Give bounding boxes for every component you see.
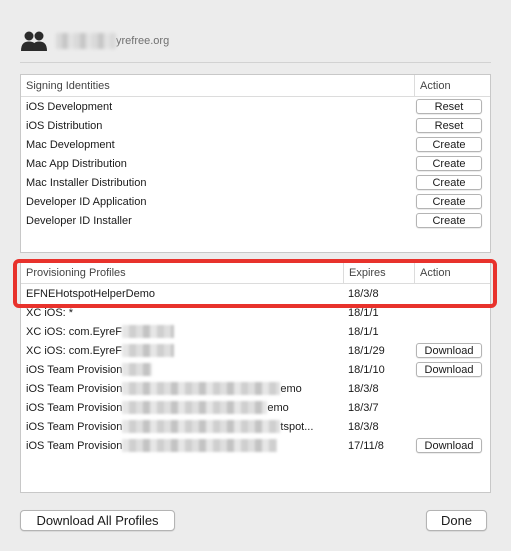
create-button[interactable]: Create xyxy=(416,137,482,152)
profile-name-suffix: emo xyxy=(267,401,289,414)
redacted-text xyxy=(122,363,153,376)
highlight-annotation xyxy=(13,259,497,308)
profile-name: iOS Team Provision xyxy=(26,401,123,414)
profile-name-cell: XC iOS: com.EyreF xyxy=(21,322,343,341)
signing-identity-row[interactable]: iOS Development Reset xyxy=(21,97,490,116)
signing-identity-row[interactable]: Mac App Distribution Create xyxy=(21,154,490,173)
account-name-redacted xyxy=(56,33,116,49)
download-button[interactable]: Download xyxy=(416,362,482,377)
users-icon xyxy=(20,30,50,52)
signing-identity-row[interactable]: iOS Distribution Reset xyxy=(21,116,490,135)
provisioning-profile-row[interactable]: iOS Team Provision tspot... 18/3/8 xyxy=(21,417,490,436)
profile-name: iOS Team Provision xyxy=(26,439,123,452)
signing-identity-action-cell: Reset xyxy=(414,97,490,116)
profile-action-cell xyxy=(414,379,490,398)
signing-identity-action-cell: Create xyxy=(414,154,490,173)
profile-name: iOS Team Provision xyxy=(26,420,123,433)
signing-identity-name: Mac Development xyxy=(26,138,115,151)
download-button[interactable]: Download xyxy=(416,438,482,453)
profile-expires: 18/1/1 xyxy=(348,325,379,338)
signing-identity-name: Mac App Distribution xyxy=(26,157,127,170)
profile-action-cell xyxy=(414,417,490,436)
provisioning-profile-row[interactable]: iOS Team Provision 18/1/10 Download xyxy=(21,360,490,379)
column-header-signing-identities[interactable]: Signing Identities xyxy=(21,75,414,96)
profile-name-cell: iOS Team Provision xyxy=(21,436,343,455)
provisioning-profile-row[interactable]: XC iOS: com.EyreF 18/1/1 xyxy=(21,322,490,341)
signing-identity-row[interactable]: Developer ID Application Create xyxy=(21,192,490,211)
done-button[interactable]: Done xyxy=(426,510,487,531)
profile-name: XC iOS: com.EyreF xyxy=(26,325,122,338)
download-button[interactable]: Download xyxy=(416,343,482,358)
signing-identity-action-cell: Reset xyxy=(414,116,490,135)
profile-expires: 18/1/10 xyxy=(348,363,385,376)
signing-identities-rows: iOS Development Reset iOS Distribution Rese… xyxy=(21,97,490,230)
create-button[interactable]: Create xyxy=(416,213,482,228)
reset-button[interactable]: Reset xyxy=(416,99,482,114)
profile-name-cell: iOS Team Provision emo xyxy=(21,379,343,398)
profile-name-cell: XC iOS: com.EyreF xyxy=(21,341,343,360)
profile-expires: 18/3/8 xyxy=(348,420,379,433)
account-email: yrefree.org xyxy=(116,35,170,47)
provisioning-profile-row[interactable]: iOS Team Provision emo 18/3/8 xyxy=(21,379,490,398)
profile-name: iOS Team Provision xyxy=(26,363,123,376)
redacted-text xyxy=(122,382,281,395)
create-button[interactable]: Create xyxy=(416,194,482,209)
redacted-text xyxy=(121,325,174,338)
redacted-text xyxy=(122,439,278,452)
redacted-text xyxy=(122,401,268,414)
provisioning-profile-row[interactable]: XC iOS: com.EyreF 18/1/29 Download xyxy=(21,341,490,360)
signing-identities-table: Signing Identities Action iOS Developmen… xyxy=(20,74,491,253)
profile-action-cell xyxy=(414,322,490,341)
provisioning-profiles-rows: EFNEHotspotHelperDemo 18/3/8 XC iOS: * 18/1… xyxy=(21,284,490,455)
profile-name: XC iOS: * xyxy=(26,306,74,319)
provisioning-profile-row[interactable]: iOS Team Provision emo 18/3/7 xyxy=(21,398,490,417)
signing-identity-action-cell: Create xyxy=(414,192,490,211)
profile-name-suffix: emo xyxy=(280,382,302,395)
provisioning-profile-row[interactable]: iOS Team Provision 17/11/8 Download xyxy=(21,436,490,455)
redacted-text xyxy=(121,344,174,357)
signing-identity-row[interactable]: Mac Development Create xyxy=(21,135,490,154)
signing-identity-name: Mac Installer Distribution xyxy=(26,176,147,189)
profile-name: XC iOS: com.EyreF xyxy=(26,344,122,357)
profile-name-cell: iOS Team Provision tspot... xyxy=(21,417,343,436)
profile-name-suffix: tspot... xyxy=(280,420,314,433)
profile-action-cell: Download xyxy=(414,360,490,379)
signing-identity-row[interactable]: Developer ID Installer Create xyxy=(21,211,490,230)
profile-name: iOS Team Provision xyxy=(26,382,123,395)
signing-identity-name: Developer ID Installer xyxy=(26,214,132,227)
signing-identities-header: Signing Identities Action xyxy=(21,75,490,97)
profile-action-cell: Download xyxy=(414,341,490,360)
reset-button[interactable]: Reset xyxy=(416,118,482,133)
profile-expires: 18/3/8 xyxy=(348,382,379,395)
signing-identity-action-cell: Create xyxy=(414,135,490,154)
create-button[interactable]: Create xyxy=(416,156,482,171)
signing-identity-action-cell: Create xyxy=(414,173,490,192)
profile-name-cell: iOS Team Provision emo xyxy=(21,398,343,417)
profile-action-cell xyxy=(414,398,490,417)
profile-action-cell: Download xyxy=(414,436,490,455)
profile-expires: 18/3/7 xyxy=(348,401,379,414)
download-all-profiles-button[interactable]: Download All Profiles xyxy=(20,510,175,531)
signing-identity-row[interactable]: Mac Installer Distribution Create xyxy=(21,173,490,192)
profile-name-cell: iOS Team Provision xyxy=(21,360,343,379)
signing-identity-name: iOS Distribution xyxy=(26,119,103,132)
header-divider xyxy=(20,62,491,63)
profile-expires: 17/11/8 xyxy=(348,439,384,452)
signing-identity-name: Developer ID Application xyxy=(26,195,147,208)
account-header: yrefree.org xyxy=(20,27,169,55)
create-button[interactable]: Create xyxy=(416,175,482,190)
signing-identity-name: iOS Development xyxy=(26,100,113,113)
column-header-action[interactable]: Action xyxy=(414,75,490,96)
redacted-text xyxy=(122,420,281,433)
signing-identity-action-cell: Create xyxy=(414,211,490,230)
profile-expires: 18/1/29 xyxy=(348,344,385,357)
